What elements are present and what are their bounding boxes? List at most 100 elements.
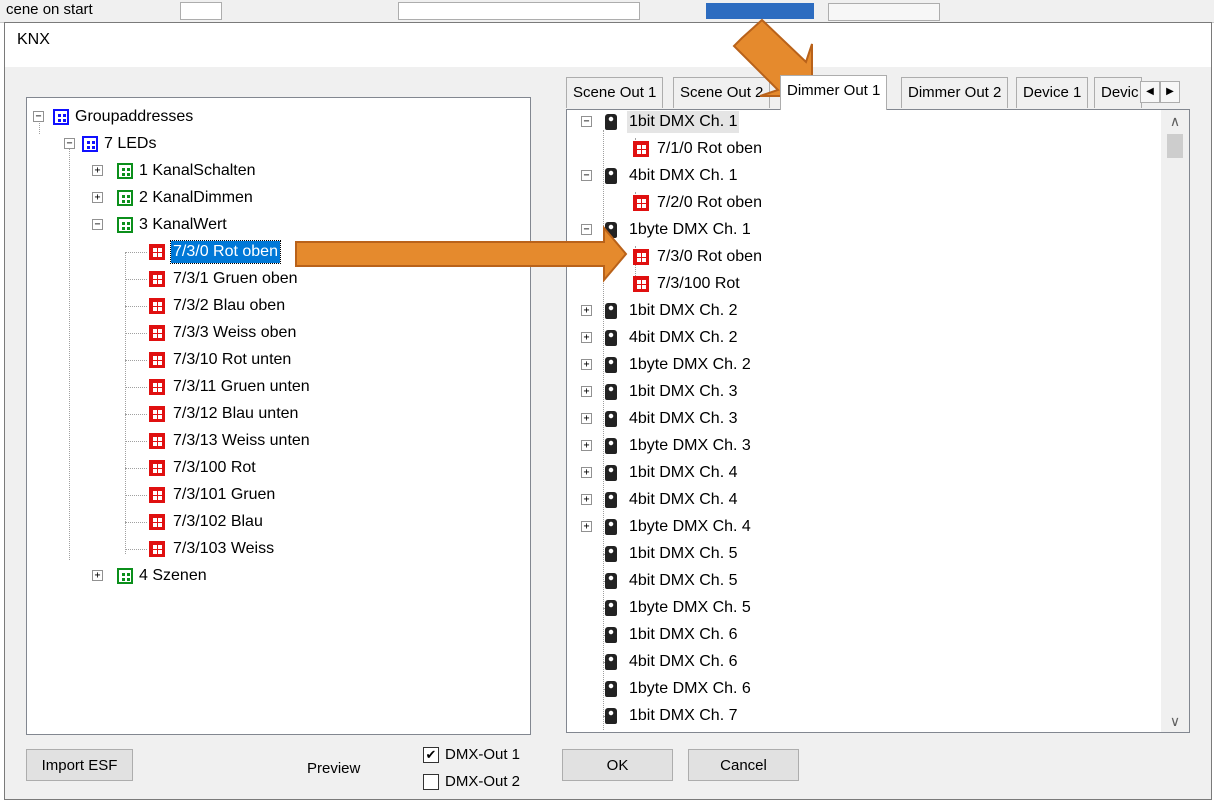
- dmx-channel-node[interactable]: +1byte DMX Ch. 3: [567, 435, 1157, 457]
- dmx-channel-node[interactable]: +4bit DMX Ch. 2: [567, 327, 1157, 349]
- dmx-channel-icon: [605, 546, 617, 562]
- group-address-item[interactable]: 7/3/102 Blau: [27, 511, 507, 533]
- tree-node-7-leds[interactable]: − 7 LEDs: [27, 133, 507, 155]
- dmx-channel-icon: [605, 438, 617, 454]
- tab-dimmer-out-1[interactable]: Dimmer Out 1: [780, 75, 888, 110]
- scroll-thumb[interactable]: [1167, 134, 1183, 158]
- tab-scene-out-1[interactable]: Scene Out 1: [566, 77, 664, 108]
- group-address-item[interactable]: 7/3/103 Weiss: [27, 538, 507, 560]
- scroll-up-icon[interactable]: ∧: [1161, 110, 1189, 132]
- group-address-item[interactable]: 7/3/10 Rot unten: [27, 349, 507, 371]
- dmx-address-node[interactable]: 7/3/0 Rot oben: [567, 246, 1157, 268]
- dmx-channel-node[interactable]: +1byte DMX Ch. 2: [567, 354, 1157, 376]
- expand-icon[interactable]: +: [581, 305, 592, 316]
- dmx-node-1byte-ch1[interactable]: − 1byte DMX Ch. 1: [567, 219, 1157, 241]
- collapse-icon[interactable]: −: [64, 138, 75, 149]
- dmx-out-1-checkbox-row[interactable]: ✔ DMX-Out 1: [423, 745, 543, 765]
- group-address-item[interactable]: 7/3/100 Rot: [27, 457, 507, 479]
- dmx-node-1bit-ch1[interactable]: − 1bit DMX Ch. 1: [567, 111, 1157, 133]
- dmx-out-2-checkbox-row[interactable]: DMX-Out 2: [423, 772, 543, 792]
- dmx-channel-icon: [605, 114, 617, 130]
- expand-icon[interactable]: +: [581, 467, 592, 478]
- dmx-address-node[interactable]: 7/3/100 Rot: [567, 273, 1157, 295]
- expand-icon[interactable]: +: [581, 521, 592, 532]
- tree-node-szenen[interactable]: + 4 Szenen: [27, 565, 507, 587]
- tab-dimmer-out-2[interactable]: Dimmer Out 2: [901, 77, 1009, 108]
- dmx-out-1-checkbox[interactable]: ✔: [423, 747, 439, 763]
- dmx-channel-node[interactable]: 1bit DMX Ch. 6: [567, 624, 1157, 646]
- expand-icon[interactable]: +: [92, 192, 103, 203]
- tree-root-groupaddresses[interactable]: − Groupaddresses: [27, 106, 507, 128]
- dmx-out-2-checkbox[interactable]: [423, 774, 439, 790]
- group-address-item[interactable]: 7/3/13 Weiss unten: [27, 430, 507, 452]
- collapse-icon[interactable]: −: [33, 111, 44, 122]
- dmx-channel-tree[interactable]: − 1bit DMX Ch. 1 7/1/0 Rot oben − 4bit D…: [566, 109, 1190, 733]
- dmx-channel-node[interactable]: 1bit DMX Ch. 5: [567, 543, 1157, 565]
- expand-icon[interactable]: +: [581, 494, 592, 505]
- dmx-channel-node[interactable]: 1bit DMX Ch. 7: [567, 705, 1157, 727]
- tree-node-kanalschalten[interactable]: + 1 KanalSchalten: [27, 160, 507, 182]
- tree-node-label: 1byte DMX Ch. 6: [629, 680, 751, 697]
- tree-node-label: 7/3/10 Rot unten: [173, 351, 292, 368]
- dmx-channel-icon: [605, 573, 617, 589]
- tree-node-label: 4bit DMX Ch. 1: [629, 167, 738, 184]
- tab-scroll-right-button[interactable]: ▶: [1160, 81, 1180, 103]
- dmx-channel-node[interactable]: +1bit DMX Ch. 3: [567, 381, 1157, 403]
- group-address-item[interactable]: 7/3/12 Blau unten: [27, 403, 507, 425]
- expand-icon[interactable]: +: [581, 332, 592, 343]
- tree-node-label: 1byte DMX Ch. 2: [629, 356, 751, 373]
- dmx-channel-node[interactable]: +1bit DMX Ch. 4: [567, 462, 1157, 484]
- tree-node-kanalwert[interactable]: − 3 KanalWert: [27, 214, 507, 236]
- expand-icon[interactable]: +: [581, 413, 592, 424]
- dmx-node-4bit-ch1[interactable]: − 4bit DMX Ch. 1: [567, 165, 1157, 187]
- dmx-channel-node[interactable]: 4bit DMX Ch. 6: [567, 651, 1157, 673]
- ok-button[interactable]: OK: [562, 749, 673, 781]
- dmx-channel-node[interactable]: 1byte DMX Ch. 5: [567, 597, 1157, 619]
- tab-scroll-left-button[interactable]: ◀: [1140, 81, 1160, 103]
- tree-connector: [125, 522, 147, 523]
- dmx-channel-node[interactable]: 4bit DMX Ch. 5: [567, 570, 1157, 592]
- tab-scene-out-2[interactable]: Scene Out 2: [673, 77, 771, 108]
- background-combo: [180, 2, 222, 20]
- dmx-address-node[interactable]: 7/2/0 Rot oben: [567, 192, 1157, 214]
- dmx-channel-node[interactable]: +4bit DMX Ch. 4: [567, 489, 1157, 511]
- scroll-down-icon[interactable]: ∨: [1161, 710, 1189, 732]
- expand-icon[interactable]: +: [581, 359, 592, 370]
- group-address-item[interactable]: 7/3/2 Blau oben: [27, 295, 507, 317]
- collapse-icon[interactable]: −: [581, 224, 592, 235]
- group-folder-icon: [117, 217, 133, 233]
- dmx-address-node[interactable]: 7/1/0 Rot oben: [567, 138, 1157, 160]
- tree-scrollbar[interactable]: ∧ ∨: [1161, 110, 1189, 732]
- tree-node-label: 1bit DMX Ch. 5: [629, 545, 738, 562]
- dmx-channel-node[interactable]: +1bit DMX Ch. 2: [567, 300, 1157, 322]
- group-address-item[interactable]: 7/3/3 Weiss oben: [27, 322, 507, 344]
- expand-icon[interactable]: +: [581, 440, 592, 451]
- expand-icon[interactable]: +: [92, 570, 103, 581]
- collapse-icon[interactable]: −: [581, 170, 592, 181]
- tree-node-label: 7/3/3 Weiss oben: [173, 324, 297, 341]
- tree-node-label: 7/2/0 Rot oben: [657, 194, 762, 211]
- dmx-channel-node[interactable]: +1byte DMX Ch. 4: [567, 516, 1157, 538]
- expand-icon[interactable]: +: [581, 386, 592, 397]
- background-field: [398, 2, 640, 20]
- tree-node-label: 7/3/100 Rot: [173, 459, 256, 476]
- tab-device-1[interactable]: Device 1: [1016, 77, 1089, 108]
- group-address-item[interactable]: 7/3/0 Rot oben: [27, 240, 507, 264]
- tree-connector: [125, 549, 147, 550]
- tree-node-label: 7/3/1 Gruen oben: [173, 270, 298, 287]
- group-address-item[interactable]: 7/3/101 Gruen: [27, 484, 507, 506]
- dmx-channel-node[interactable]: 1byte DMX Ch. 6: [567, 678, 1157, 700]
- cancel-button[interactable]: Cancel: [688, 749, 799, 781]
- dmx-channel-node[interactable]: +4bit DMX Ch. 3: [567, 408, 1157, 430]
- collapse-icon[interactable]: −: [581, 116, 592, 127]
- import-esf-button[interactable]: Import ESF: [26, 749, 133, 781]
- collapse-icon[interactable]: −: [92, 219, 103, 230]
- tree-node-kanaldimmen[interactable]: + 2 KanalDimmen: [27, 187, 507, 209]
- expand-icon[interactable]: +: [92, 165, 103, 176]
- tab-device-2[interactable]: Devic: [1094, 77, 1142, 108]
- dmx-channel-icon: [605, 222, 617, 238]
- group-address-item[interactable]: 7/3/1 Gruen oben: [27, 268, 507, 290]
- group-address-tree[interactable]: − Groupaddresses − 7 LEDs + 1 KanalSchal…: [26, 97, 531, 735]
- tree-connector: [125, 252, 147, 253]
- group-address-item[interactable]: 7/3/11 Gruen unten: [27, 376, 507, 398]
